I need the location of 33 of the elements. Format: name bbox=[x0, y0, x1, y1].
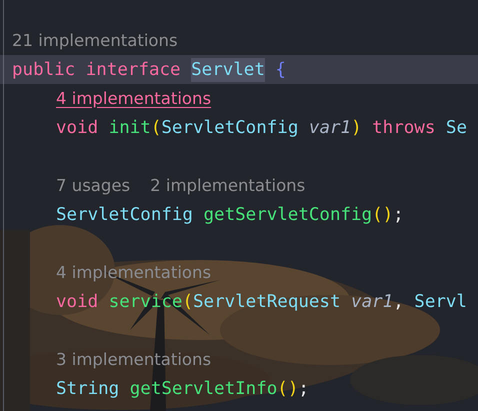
code-token: String bbox=[56, 378, 120, 400]
code-token: () bbox=[277, 378, 298, 400]
code-lens-link[interactable]: 7 usages bbox=[56, 174, 130, 196]
code-lens-link[interactable]: 4 implementations bbox=[56, 88, 212, 110]
code-token: throws bbox=[371, 116, 436, 140]
code-lens-link[interactable]: 21 implementations bbox=[12, 30, 178, 52]
code-token: var1 bbox=[351, 290, 394, 314]
code-token: { bbox=[274, 58, 286, 82]
code-token: () bbox=[372, 204, 394, 226]
code-token: getServletConfig bbox=[204, 204, 372, 226]
code-lens-link[interactable]: 4 implementations bbox=[56, 262, 212, 284]
code-token: interface bbox=[86, 58, 182, 82]
code-token: void bbox=[56, 290, 100, 314]
code-token: Servlet bbox=[191, 58, 265, 82]
code-token: ServletRequest bbox=[193, 290, 342, 314]
code-token: ServletConfig bbox=[56, 204, 194, 226]
code-token: Servl bbox=[414, 290, 467, 314]
code-token: void bbox=[56, 116, 100, 140]
code-token: init bbox=[108, 116, 151, 140]
code-token: public bbox=[12, 58, 76, 82]
code-token: service bbox=[108, 290, 182, 314]
code-token: var1 bbox=[308, 116, 352, 140]
code-token: getServletInfo bbox=[130, 378, 278, 400]
code-lens-link[interactable]: 2 implementations bbox=[150, 174, 306, 196]
code-token: ) bbox=[351, 116, 362, 140]
code-token: ServletConfig bbox=[161, 116, 300, 140]
code-token: ; bbox=[393, 204, 404, 226]
code-token: ( bbox=[150, 116, 162, 140]
code-token: ; bbox=[298, 378, 309, 400]
code-token: , bbox=[393, 290, 405, 314]
code-token: ( bbox=[182, 290, 193, 314]
code-lens-link[interactable]: 3 implementations bbox=[56, 348, 212, 370]
code-token: Se bbox=[446, 116, 467, 140]
